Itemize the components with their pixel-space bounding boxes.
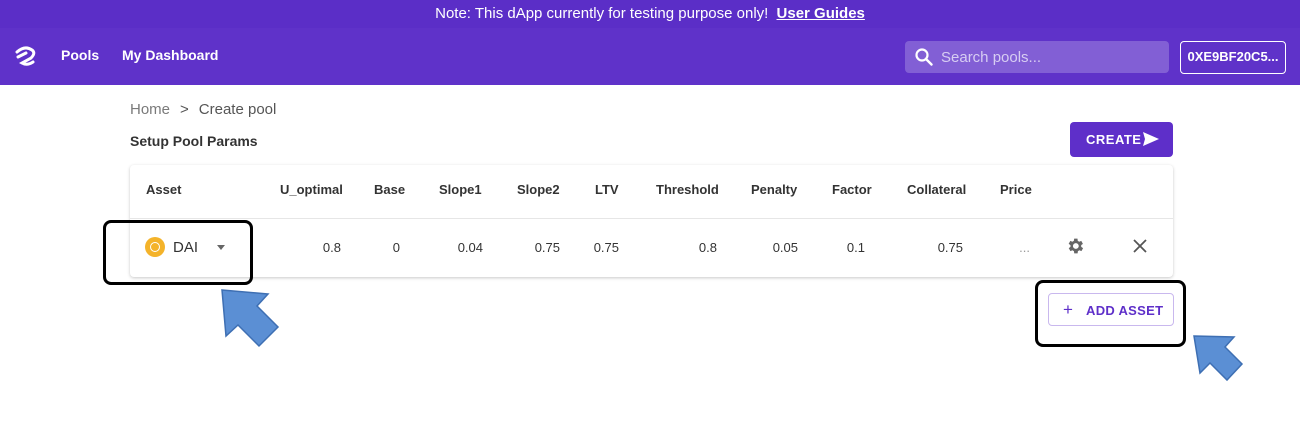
header-threshold: Threshold	[656, 182, 719, 197]
nav-pools[interactable]: Pools	[61, 47, 99, 63]
cell-u-optimal[interactable]: 0.8	[316, 240, 341, 255]
section-title: Setup Pool Params	[130, 133, 258, 149]
header-slope2: Slope2	[517, 182, 560, 197]
breadcrumb-separator: >	[180, 101, 189, 118]
cell-threshold[interactable]: 0.8	[692, 240, 717, 255]
wallet-address-button[interactable]: 0XE9BF20C5...	[1180, 41, 1286, 74]
cell-price: ...	[1019, 240, 1030, 255]
search-input[interactable]	[941, 41, 1161, 73]
pointer-arrow-asset	[221, 289, 280, 348]
header-u-optimal: U_optimal	[280, 182, 343, 197]
banner-text: Note: This dApp currently for testing pu…	[435, 5, 769, 22]
header-slope1: Slope1	[439, 182, 482, 197]
breadcrumb-home[interactable]: Home	[130, 101, 170, 118]
asset-highlight-box	[103, 220, 253, 285]
breadcrumb-current: Create pool	[198, 101, 277, 118]
pointer-arrow-add-asset	[1193, 335, 1244, 382]
tokenize-logo-icon[interactable]	[12, 44, 38, 70]
create-button[interactable]: CREATE	[1070, 122, 1173, 157]
header-collateral: Collateral	[907, 182, 967, 197]
cell-collateral[interactable]: 0.75	[928, 240, 963, 255]
header-base: Base	[374, 182, 406, 197]
header-divider	[130, 218, 1173, 219]
cell-penalty[interactable]: 0.05	[758, 240, 798, 255]
cell-ltv[interactable]: 0.75	[584, 240, 619, 255]
send-icon	[1143, 132, 1159, 146]
gear-icon[interactable]	[1065, 236, 1085, 256]
cell-factor[interactable]: 0.1	[837, 240, 865, 255]
header-factor: Factor	[832, 182, 872, 197]
cell-base[interactable]: 0	[385, 240, 400, 255]
create-button-label: CREATE	[1086, 132, 1142, 147]
search-box[interactable]	[905, 41, 1169, 73]
header-price: Price	[1000, 182, 1032, 197]
breadcrumb: Home > Create pool	[130, 101, 276, 118]
close-icon[interactable]	[1131, 237, 1149, 255]
user-guides-link[interactable]: User Guides	[777, 5, 865, 22]
cell-slope2[interactable]: 0.75	[527, 240, 560, 255]
header-ltv: LTV	[595, 182, 619, 197]
test-notice-banner: Note: This dApp currently for testing pu…	[0, 0, 1300, 28]
cell-slope1[interactable]: 0.04	[450, 240, 483, 255]
top-navbar: Pools My Dashboard 0XE9BF20C5...	[0, 28, 1300, 85]
pool-params-table: Asset U_optimal Base Slope1 Slope2 LTV T…	[130, 165, 1173, 277]
search-icon	[915, 48, 933, 66]
add-asset-highlight-box	[1035, 280, 1186, 347]
nav-my-dashboard[interactable]: My Dashboard	[122, 47, 218, 63]
header-asset: Asset	[146, 182, 182, 197]
header-penalty: Penalty	[751, 182, 798, 197]
